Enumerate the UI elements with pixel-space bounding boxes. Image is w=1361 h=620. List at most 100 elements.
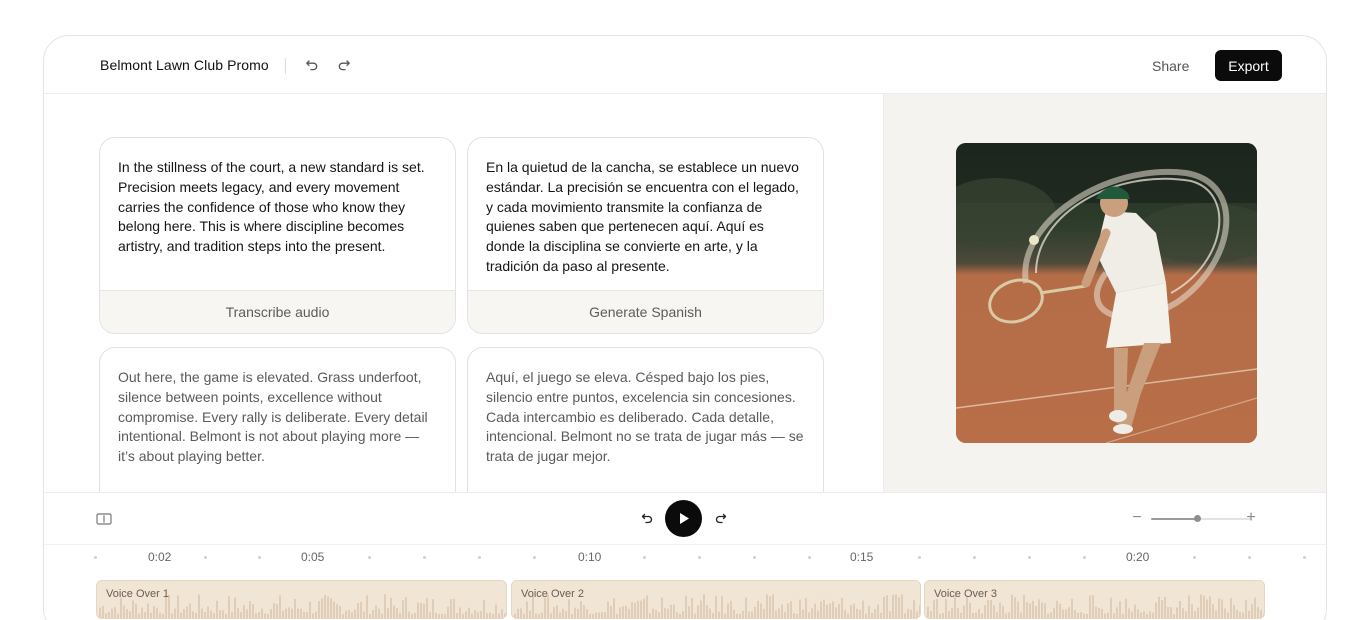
waveform-bar xyxy=(877,604,879,618)
skip-back-button[interactable] xyxy=(638,509,656,527)
waveform-bar xyxy=(811,608,813,618)
waveform-bar xyxy=(616,613,618,618)
waveform-bar xyxy=(745,597,747,618)
waveform-bar xyxy=(423,603,425,618)
waveform-bar xyxy=(727,603,729,618)
ruler-tick xyxy=(423,556,426,559)
clip-label: Voice Over 2 xyxy=(521,588,584,600)
waveform-bar xyxy=(999,602,1001,618)
waveform-bar xyxy=(984,605,986,618)
spanish-script-card[interactable]: En la quietud de la cancha, se establece… xyxy=(467,137,824,334)
waveform-bar xyxy=(249,601,251,618)
video-preview-image xyxy=(956,143,1257,443)
split-clip-button[interactable] xyxy=(95,510,113,528)
waveform-bar xyxy=(1092,595,1094,618)
english-script-card[interactable]: In the stillness of the court, a new sta… xyxy=(99,137,456,334)
waveform-bar xyxy=(171,613,173,618)
waveform-bar xyxy=(225,613,227,618)
waveform-bar xyxy=(589,613,591,618)
waveform-bar xyxy=(411,613,413,618)
spanish-script-text-2[interactable]: Aquí, el juego se eleva. Césped bajo los… xyxy=(468,348,823,467)
ruler-tick xyxy=(478,556,481,559)
waveform-bar xyxy=(261,608,263,618)
waveform-bar xyxy=(102,606,104,618)
zoom-slider-thumb[interactable] xyxy=(1194,515,1201,522)
waveform-bar xyxy=(105,613,107,618)
waveform-bar xyxy=(742,610,744,618)
ruler-tick xyxy=(94,556,97,559)
zoom-out-button[interactable]: − xyxy=(1130,508,1144,528)
waveform-bar xyxy=(823,599,825,618)
play-button[interactable] xyxy=(665,500,702,537)
share-button[interactable]: Share xyxy=(1152,58,1189,74)
waveform-bar xyxy=(889,611,891,618)
waveform-bar xyxy=(990,600,992,618)
waveform-bar xyxy=(408,611,410,618)
waveform-bar xyxy=(1146,613,1148,618)
export-button[interactable]: Export xyxy=(1215,50,1282,81)
waveform-bar xyxy=(420,602,422,618)
waveform-bar xyxy=(960,612,962,618)
spanish-script-text[interactable]: En la quietud de la cancha, se establece… xyxy=(468,138,823,277)
waveform-bar xyxy=(1194,611,1196,618)
zoom-in-button[interactable]: + xyxy=(1243,508,1259,528)
waveform-bar xyxy=(486,613,488,618)
ruler-label: 0:02 xyxy=(148,550,172,564)
redo-button[interactable] xyxy=(335,56,353,74)
waveform-bar xyxy=(432,599,434,618)
waveform-bar xyxy=(757,600,759,618)
waveform-bar xyxy=(652,608,654,618)
spanish-script-card-2[interactable]: Aquí, el juego se eleva. Césped bajo los… xyxy=(467,347,824,492)
waveform-bar xyxy=(285,608,287,618)
waveform-bar xyxy=(637,600,639,618)
waveform-bar xyxy=(541,612,543,618)
waveform-bar xyxy=(826,604,828,618)
waveform-bar xyxy=(147,603,149,618)
voice-over-clip-1[interactable]: Voice Over 1 xyxy=(96,580,507,619)
waveform-bar xyxy=(676,612,678,618)
waveform-bar xyxy=(655,609,657,618)
waveform-bar xyxy=(751,611,753,618)
transcribe-audio-button[interactable]: Transcribe audio xyxy=(100,290,455,333)
waveform-bar xyxy=(375,605,377,618)
waveform-bar xyxy=(847,613,849,618)
waveform-bar xyxy=(198,594,200,618)
waveform-bar xyxy=(895,594,897,618)
waveform-bar xyxy=(595,612,597,618)
waveform-bar xyxy=(1083,613,1085,618)
english-script-card-2[interactable]: Out here, the game is elevated. Grass un… xyxy=(99,347,456,492)
waveform-bar xyxy=(495,604,497,618)
waveform-bar xyxy=(129,611,131,618)
waveform-bar xyxy=(1098,607,1100,618)
waveform-bar xyxy=(150,612,152,618)
voice-over-clip-2[interactable]: Voice Over 2 xyxy=(511,580,921,619)
waveform-bar xyxy=(930,611,932,618)
undo-button[interactable] xyxy=(303,56,321,74)
english-script-text-2[interactable]: Out here, the game is elevated. Grass un… xyxy=(100,348,455,467)
zoom-slider[interactable] xyxy=(1151,515,1251,522)
waveform-bar xyxy=(384,594,386,618)
waveform-bar xyxy=(291,608,293,618)
waveform-bar xyxy=(649,613,651,618)
waveform-bar xyxy=(583,605,585,618)
waveform-bar xyxy=(832,601,834,618)
voice-over-clip-3[interactable]: Voice Over 3 xyxy=(924,580,1265,619)
english-script-text[interactable]: In the stillness of the court, a new sta… xyxy=(100,138,455,257)
waveform-bar xyxy=(324,595,326,618)
timeline-ruler[interactable]: 0:02 0:05 0:10 0:15 0:20 xyxy=(44,544,1326,572)
waveform-bar xyxy=(942,613,944,618)
waveform-bar xyxy=(450,599,452,618)
waveform-bar xyxy=(859,609,861,618)
waveform-bar xyxy=(1041,602,1043,618)
waveform-bar xyxy=(159,612,161,618)
waveform-bar xyxy=(883,596,885,618)
ruler-tick xyxy=(918,556,921,559)
waveform-bar xyxy=(117,613,119,618)
waveform-bar xyxy=(192,611,194,618)
generate-spanish-button[interactable]: Generate Spanish xyxy=(468,290,823,333)
waveform-bar xyxy=(577,608,579,618)
waveform-bar xyxy=(303,611,305,618)
waveform-bar xyxy=(288,607,290,618)
skip-forward-button[interactable] xyxy=(711,509,729,527)
waveform-bar xyxy=(300,608,302,618)
